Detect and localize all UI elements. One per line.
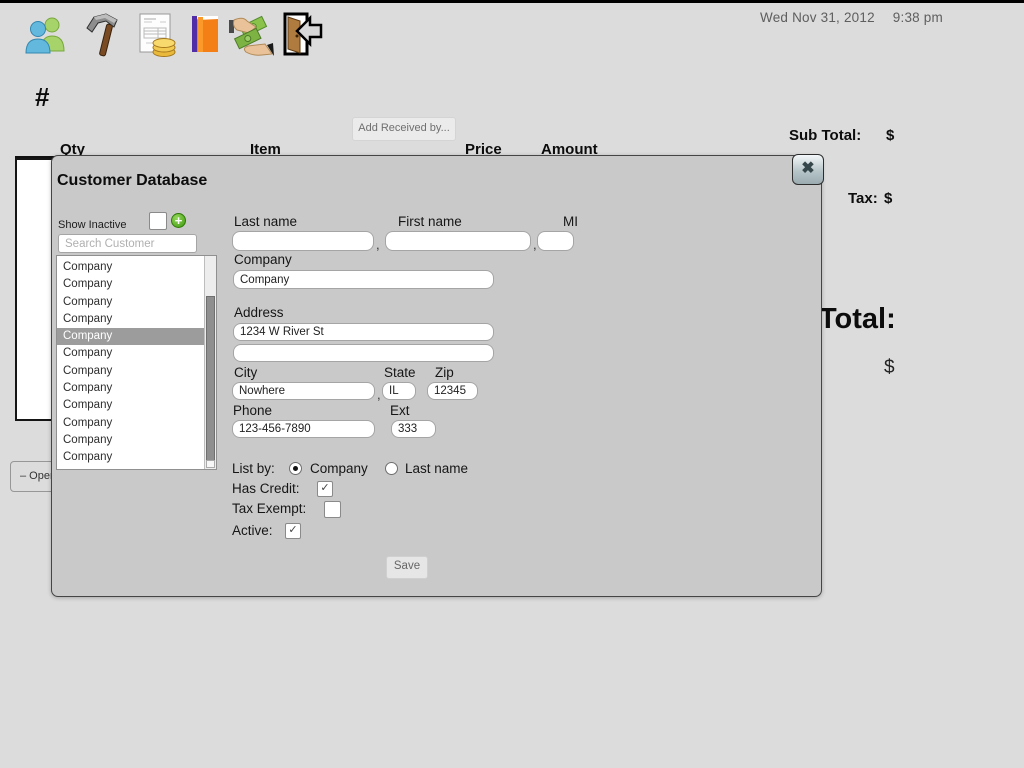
list-by-lastname-radio-label[interactable]: Last name [405,461,468,476]
dialog-title: Customer Database [57,172,208,189]
tax-exempt-label: Tax Exempt: [232,501,307,516]
app-window: Wed Nov 31, 2012 9:38 pm # Add Received b… [0,0,1024,768]
list-by-lastname-radio[interactable] [385,462,398,475]
customer-list: Company Company Company Company Company Compa… [56,255,217,470]
customer-list-item[interactable]: Company [57,345,204,362]
customer-list-item[interactable]: Company [57,259,204,276]
address-line2-field[interactable] [233,344,494,362]
customer-list-scrollbar[interactable] [204,256,216,469]
tax-label: Tax: [848,190,878,207]
customer-list-rows: Company Company Company Company Company Compa… [57,259,204,467]
list-by-company-radio[interactable] [289,462,302,475]
mi-field[interactable] [537,231,574,251]
address-label: Address [234,305,284,320]
subtotal-value: $ [886,127,895,144]
customer-list-item[interactable]: Company [57,363,204,380]
comma-separator: , [376,237,380,252]
customer-list-item[interactable]: Company [57,294,204,311]
state-label: State [384,365,416,380]
last-name-label: Last name [234,214,298,229]
has-credit-checkbox[interactable]: ✓ [317,481,333,497]
tax-exempt-checkbox[interactable] [324,501,341,518]
invoice-icon[interactable] [134,12,178,63]
company-label: Company [234,252,292,267]
tax-value: $ [884,190,893,207]
company-field[interactable] [233,270,494,289]
time-text: 9:38 pm [892,10,943,25]
save-button[interactable]: Save [386,556,428,579]
first-name-field[interactable] [385,231,531,251]
customer-list-item[interactable]: Company [57,415,204,432]
customer-list-item[interactable]: Company [57,328,204,346]
has-credit-label: Has Credit: [232,481,300,496]
zip-label: Zip [435,365,454,380]
city-field[interactable] [232,382,375,400]
customer-list-item[interactable]: Company [57,397,204,414]
show-inactive-checkbox[interactable] [149,212,167,230]
first-name-label: First name [398,214,462,229]
tools-hammer-icon[interactable] [84,11,120,63]
add-received-by-button[interactable]: Add Received by... [352,117,456,141]
zip-field[interactable] [427,382,478,400]
date-text: Wed Nov 31, 2012 [760,10,875,25]
show-inactive-label: Show Inactive [58,219,127,231]
catalog-book-icon[interactable] [190,14,220,59]
customer-list-item[interactable]: Company [57,380,204,397]
active-checkbox[interactable]: ✓ [285,523,301,539]
datetime-display: Wed Nov 31, 2012 9:38 pm [760,10,990,25]
scrollbar-thumb[interactable] [206,296,215,463]
list-by-label: List by: [232,461,275,476]
comma-separator: , [377,387,381,402]
scrollbar-end-cap [206,460,215,468]
state-field[interactable] [382,382,416,400]
address-line1-field[interactable] [233,323,494,341]
ext-field[interactable] [391,420,436,438]
search-customer-input[interactable] [58,234,197,253]
add-customer-icon[interactable]: + [171,213,186,228]
phone-label: Phone [233,403,273,418]
mi-label: MI [563,214,578,229]
customer-list-item[interactable]: Company [57,311,204,328]
phone-field[interactable] [232,420,375,438]
city-label: City [234,365,258,380]
customer-list-item[interactable]: Company [57,276,204,293]
ticket-number-label: # [35,82,50,112]
customers-icon[interactable] [24,14,68,59]
customer-list-item[interactable]: Company [57,449,204,466]
list-by-company-radio-label[interactable]: Company [310,461,368,476]
subtotal-label: Sub Total: [789,127,862,144]
last-name-field[interactable] [232,231,374,251]
close-icon[interactable]: ✖ [792,154,824,185]
ext-label: Ext [390,403,410,418]
exit-door-icon[interactable] [283,12,323,61]
customer-list-item[interactable]: Company [57,432,204,449]
payment-icon[interactable] [228,12,274,61]
active-label: Active: [232,523,273,538]
top-border-line [0,0,1024,3]
total-label: Total: [819,303,896,335]
total-value: $ [884,357,895,378]
customer-database-dialog: ✖ Customer Database Show Inactive + Comp… [51,154,824,597]
